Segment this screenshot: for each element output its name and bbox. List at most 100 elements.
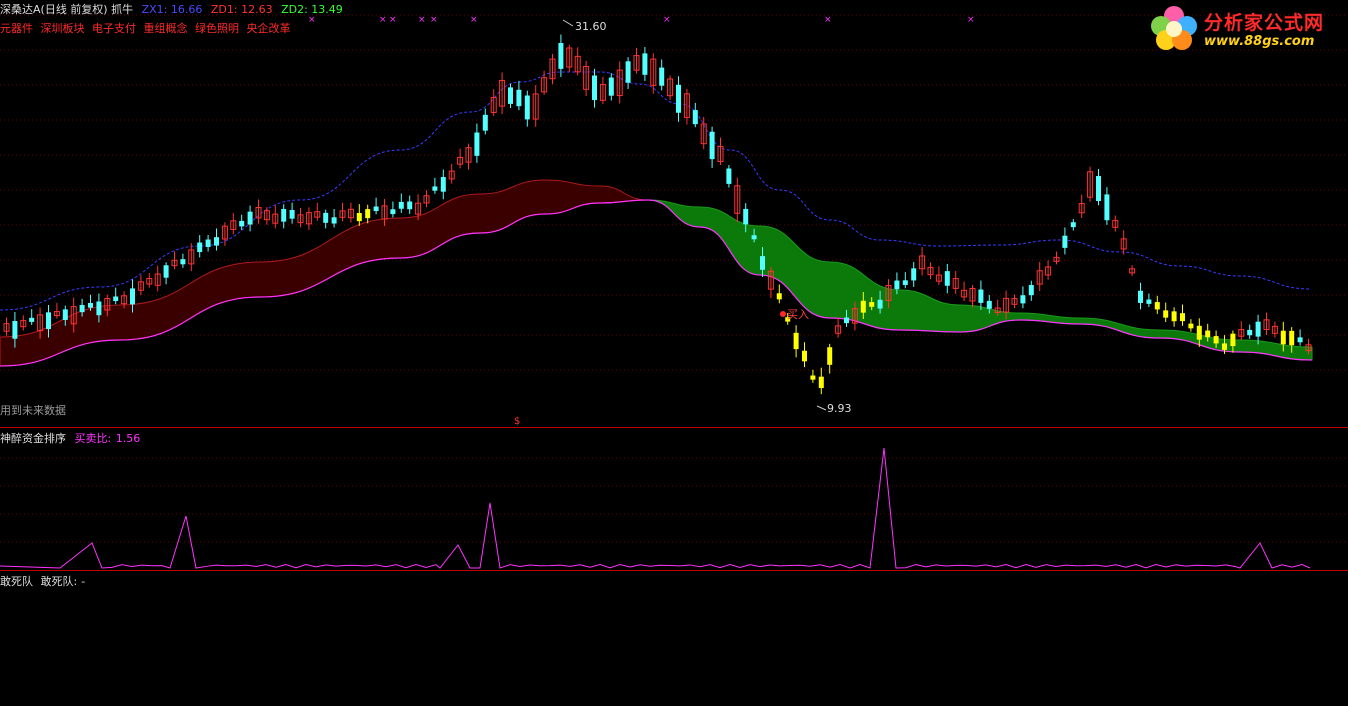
candle-body: [1213, 336, 1219, 344]
candle-body: [1070, 222, 1076, 228]
candle-body: [247, 211, 253, 225]
signal-x-mark: ×: [430, 15, 438, 25]
indicator-name[interactable]: 神醉资金排序: [0, 432, 66, 445]
logo-url: www.88gs.com: [1204, 34, 1315, 49]
candle-body: [180, 259, 186, 265]
candle-body: [1096, 176, 1101, 201]
dare-squad-panel[interactable]: 敢死队 敢死队: -: [0, 571, 1348, 706]
candle-body: [986, 300, 992, 309]
candle-body: [1280, 330, 1286, 345]
candle-body: [608, 77, 614, 96]
candle-body: [407, 201, 413, 210]
candle-body: [760, 256, 765, 270]
candle-body: [96, 301, 102, 316]
candle-body: [818, 376, 824, 389]
candle-body: [1104, 194, 1110, 221]
main-chart-panel[interactable]: × × × × × × × × × 31.60 9.93 买入 深桑达A(日线 前复权) 抓牛 …: [0, 0, 1348, 428]
signal-x-mark: ×: [824, 15, 832, 25]
candle-body: [46, 312, 51, 330]
future-data-note: 用到未来数据: [0, 404, 66, 417]
ratio-value: 1.56: [115, 432, 141, 445]
candle-body: [524, 95, 530, 120]
logo-title: 分析家公式网: [1204, 12, 1325, 34]
candle-body: [88, 303, 93, 308]
candle-body: [323, 212, 329, 223]
candle-body: [205, 239, 211, 247]
candle-body: [373, 206, 379, 212]
candle-body: [625, 61, 631, 83]
candle-body: [709, 131, 715, 160]
candle-body: [1230, 333, 1236, 347]
signal-marks: × × × × × × × × ×: [308, 15, 975, 25]
indicator-header: 神醉资金排序 买卖比: 1.56: [0, 430, 145, 446]
zx1-value: ZX1: 16.66: [141, 3, 203, 16]
signal-x-mark: ×: [967, 15, 975, 25]
candle-body: [1205, 330, 1211, 338]
ratio-label: 买卖比:: [74, 432, 112, 445]
candle-body: [692, 110, 698, 125]
indicator-label: 敢死队:: [40, 575, 78, 588]
buy-signal-dot: [780, 311, 786, 317]
candle-body: [869, 302, 875, 307]
candle-body: [1289, 330, 1295, 346]
indicator-name[interactable]: 敢死队: [0, 575, 33, 588]
signal-x-mark: ×: [418, 15, 426, 25]
capital-indicator-chart[interactable]: [0, 428, 1348, 571]
concept-tag: 重组概念: [143, 22, 188, 35]
concept-tag: 绿色照明: [195, 22, 239, 35]
candle-body: [508, 87, 513, 104]
candle-body: [474, 132, 480, 156]
candle-body: [331, 217, 337, 224]
candle-body: [877, 299, 883, 309]
candle-body: [214, 237, 219, 246]
buy-signal-label: 买入: [787, 308, 809, 321]
candle-body: [239, 220, 245, 227]
candle-body: [860, 300, 866, 313]
candle-body: [440, 177, 446, 192]
candle-body: [902, 280, 908, 285]
flower-logo-icon: [1151, 6, 1197, 50]
candle-body: [289, 209, 295, 219]
candlesticks[interactable]: [3, 34, 1312, 395]
candle-body: [482, 114, 488, 131]
candle-body: [356, 213, 362, 222]
candle-body: [676, 84, 681, 113]
candle-body: [894, 280, 900, 290]
candle-body: [743, 208, 749, 225]
candle-body: [751, 235, 757, 240]
candle-body: [844, 317, 849, 324]
stock-title[interactable]: 深桑达A(日线 前复权) 抓牛: [0, 3, 133, 16]
candle-body: [365, 209, 371, 219]
low-price-label: 9.93: [827, 402, 852, 415]
low-pointer-line: [816, 405, 827, 411]
candle-body: [1196, 325, 1202, 340]
candle-body: [113, 296, 119, 302]
candle-body: [12, 321, 18, 339]
candle-body: [398, 201, 404, 209]
upper-ma-line: [0, 71, 1311, 311]
concept-tags: 元器件 深圳板块 电子支付 重组概念 绿色照明 央企改革: [0, 20, 295, 36]
site-logo[interactable]: 分析家公式网 www.88gs.com: [1146, 2, 1342, 54]
candle-body: [592, 75, 597, 101]
signal-x-mark: ×: [663, 15, 671, 25]
grid-lines: [0, 14, 1348, 371]
candle-body: [1138, 290, 1143, 303]
kline-chart[interactable]: × × × × × × × × × 31.60 9.93 买入: [0, 0, 1348, 428]
concept-tag: 央企改革: [246, 22, 291, 35]
ratio-line: [0, 447, 1311, 569]
candle-body: [944, 271, 950, 286]
candle-body: [1247, 329, 1253, 336]
candle-body: [802, 350, 807, 362]
candle-body: [1020, 295, 1026, 304]
candle-body: [911, 268, 917, 281]
candle-body: [776, 293, 782, 300]
signal-x-mark: ×: [389, 15, 397, 25]
candle-body: [827, 347, 833, 365]
candle-body: [726, 168, 732, 184]
capital-indicator-panel[interactable]: 神醉资金排序 买卖比: 1.56: [0, 428, 1348, 571]
zd1-value: ZD1: 12.63: [210, 3, 273, 16]
header-line: 深桑达A(日线 前复权) 抓牛 ZX1: 16.66 ZD1: 12.63 ZD…: [0, 1, 348, 17]
candle-body: [79, 304, 85, 313]
dollar-mark: $: [514, 416, 521, 427]
high-price-label: 31.60: [575, 20, 607, 33]
